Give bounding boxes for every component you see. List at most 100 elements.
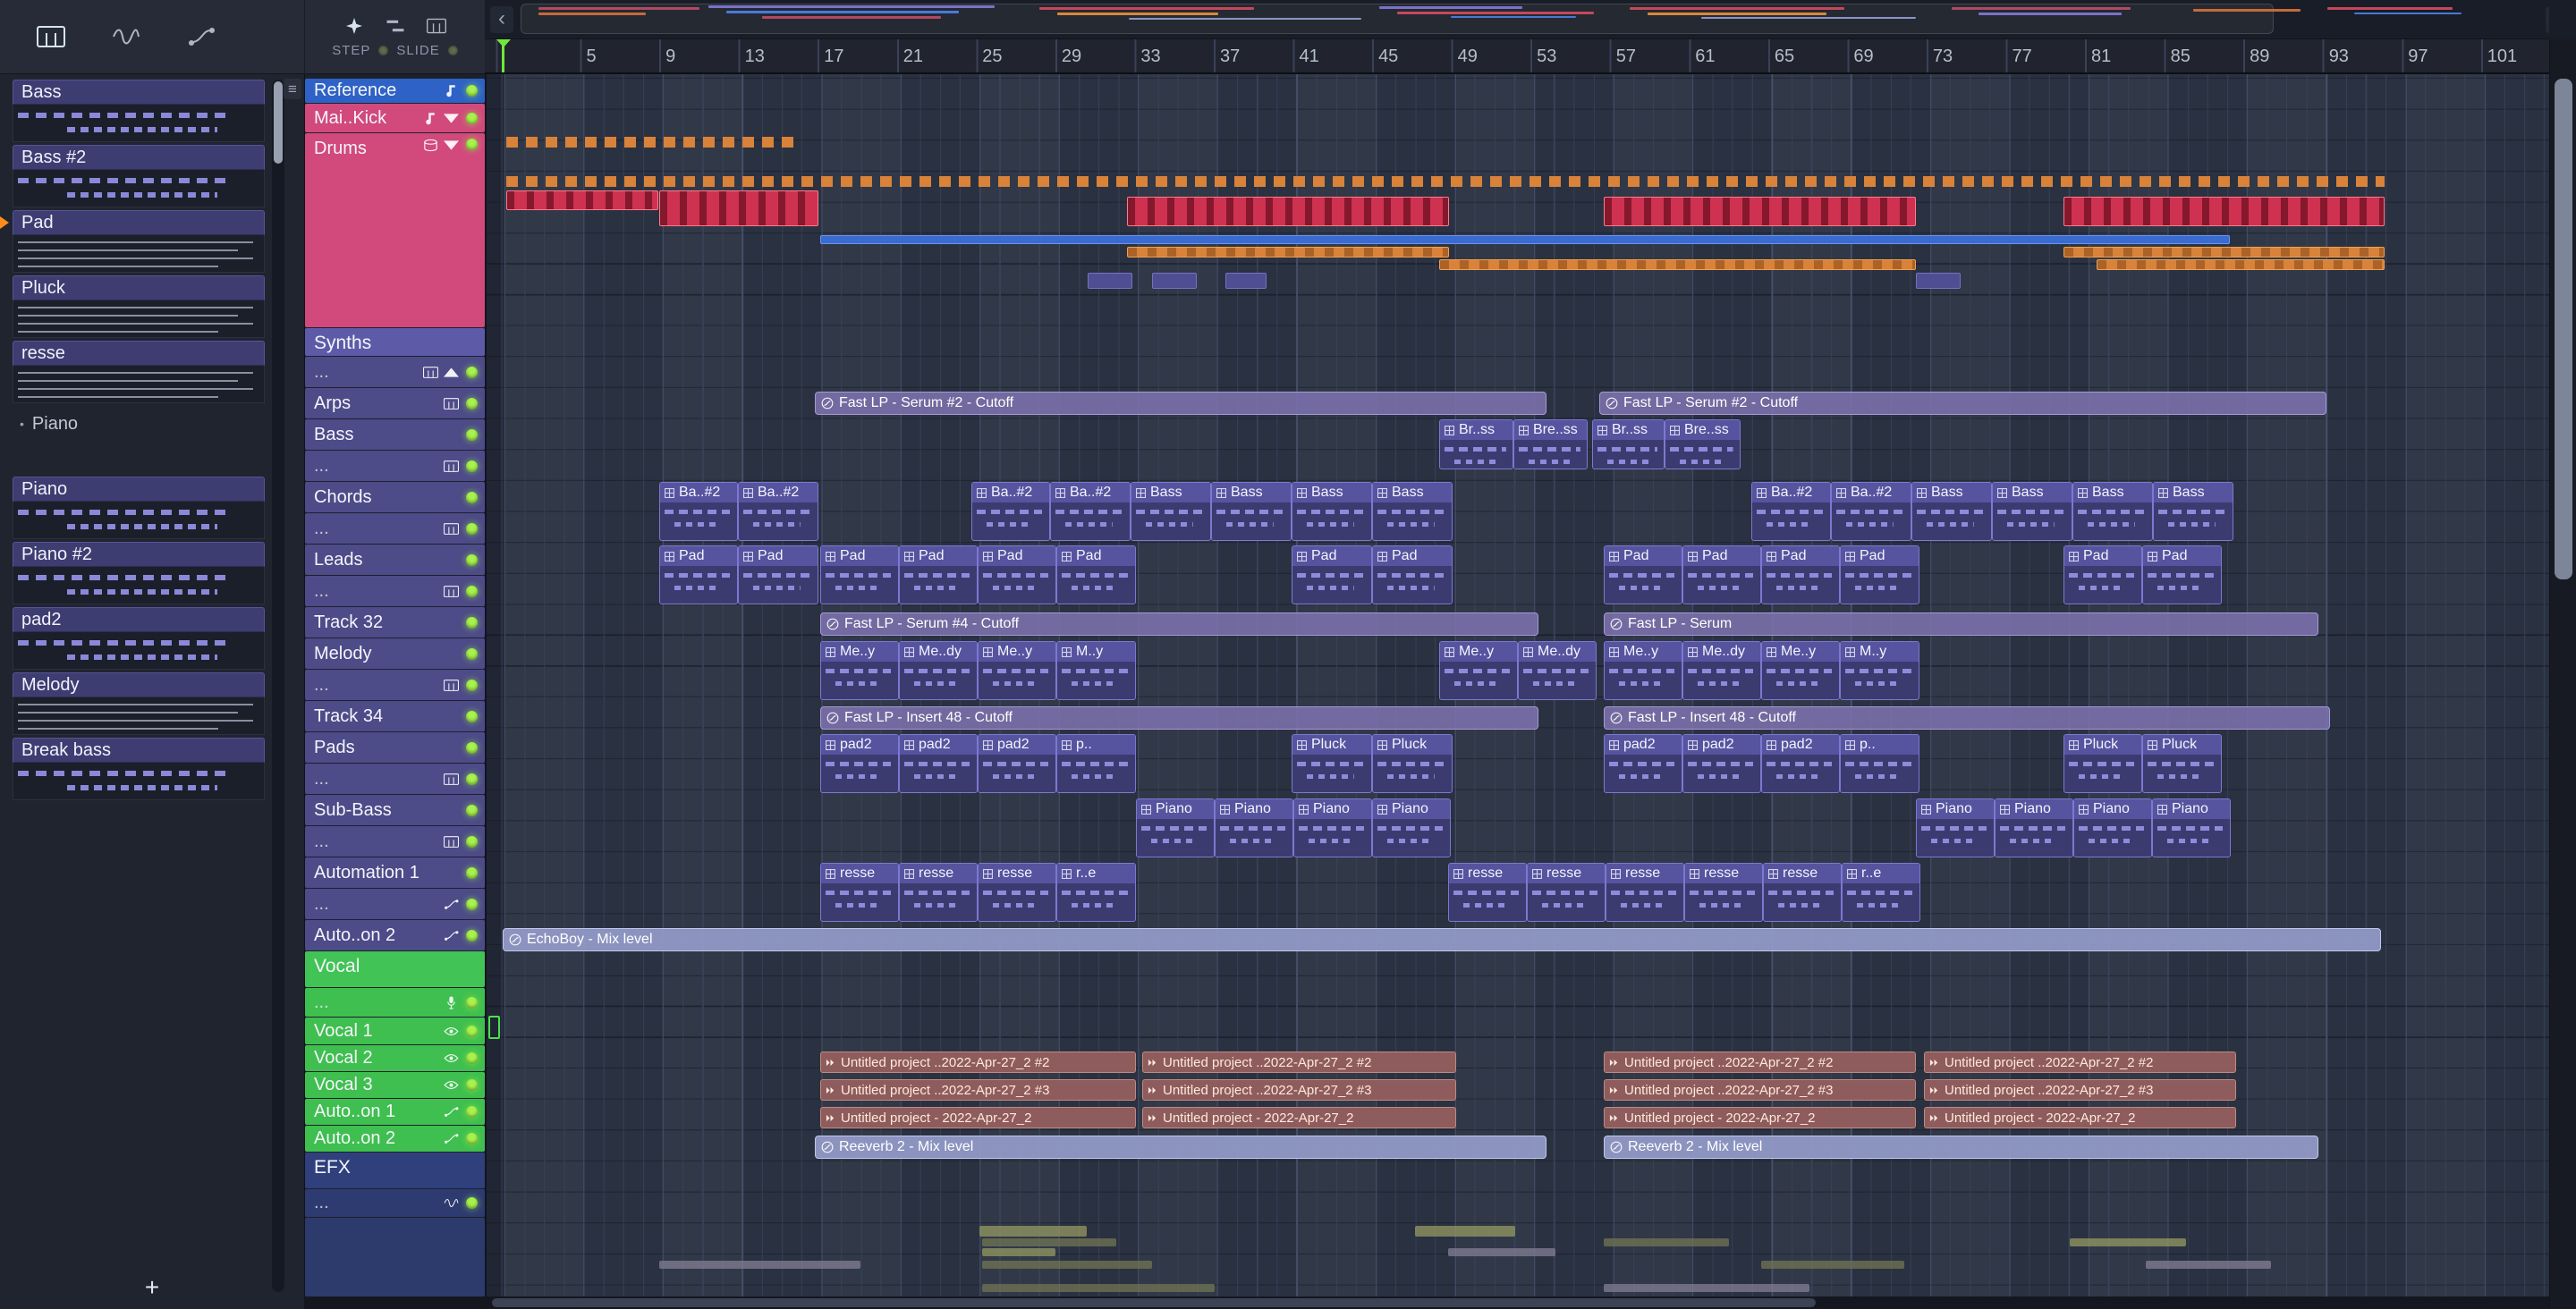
vertical-scrollbar-thumb[interactable] xyxy=(2555,79,2572,579)
ghost-clip[interactable] xyxy=(2070,1238,2186,1246)
vocal-clip[interactable]: Untitled project ..2022-Apr-27_2 #3 xyxy=(820,1079,1136,1101)
vocal-clip[interactable]: Untitled project ..2022-Apr-27_2 #2 xyxy=(1604,1051,1916,1073)
slide-tool-button[interactable] xyxy=(384,16,407,36)
pat-clip[interactable]: pad2 xyxy=(978,734,1056,793)
track-row-auto-on-2[interactable]: Auto..on 2 xyxy=(305,920,485,950)
pat-clip[interactable]: Piano xyxy=(2152,798,2231,857)
pat-clip[interactable]: r..e xyxy=(1056,863,1136,922)
track-mute-led[interactable] xyxy=(466,804,478,816)
pat-clip[interactable]: Bass xyxy=(1292,482,1372,541)
track-row-track-32[interactable]: Track 32 xyxy=(305,607,485,638)
track-row-auto-on-1[interactable]: Auto..on 1 xyxy=(305,1099,485,1125)
track-mute-led[interactable] xyxy=(466,773,478,785)
track-row-row[interactable]: ... xyxy=(305,357,485,387)
odash-clip[interactable] xyxy=(506,137,799,148)
pat-clip[interactable]: Pluck xyxy=(1292,734,1372,793)
ghost-clip[interactable] xyxy=(982,1248,1055,1256)
pattern-item-piano[interactable]: • Piano xyxy=(13,412,265,435)
pat-clip[interactable]: Pad xyxy=(978,545,1056,604)
track-group-vocal[interactable]: Vocal xyxy=(305,951,485,987)
kick-clip[interactable] xyxy=(659,190,818,226)
pat-clip[interactable]: Me..dy xyxy=(1518,641,1597,700)
pat-clip[interactable]: Pluck xyxy=(2063,734,2142,793)
pat-clip[interactable]: Me..y xyxy=(978,641,1056,700)
pat-clip[interactable]: Pluck xyxy=(2142,734,2222,793)
track-row-row[interactable]: ... xyxy=(305,889,485,919)
timeline-ruler[interactable]: 5 9 13 17 21 25 29 33 37 41 45 49 53 57 61 65 69 73 77 81 85… xyxy=(485,39,2549,74)
ghost-clip[interactable] xyxy=(659,1261,860,1269)
track-mute-led[interactable] xyxy=(466,898,478,910)
pat-clip[interactable]: p.. xyxy=(1056,734,1136,793)
track-mute-led[interactable] xyxy=(466,1133,478,1144)
track-mute-led[interactable] xyxy=(466,460,478,472)
pat-clip[interactable]: Bre..ss xyxy=(1665,419,1741,469)
auto-clip[interactable]: Fast LP - Serum #4 - Cutoff xyxy=(820,612,1538,636)
pat-clip[interactable]: Pad xyxy=(659,545,738,604)
pat-clip[interactable]: resse xyxy=(1606,863,1684,922)
track-row-arps[interactable]: Arps xyxy=(305,388,485,418)
keys-tool-button[interactable] xyxy=(425,16,448,36)
track-row-row[interactable]: ... xyxy=(305,988,485,1017)
vocal-clip[interactable]: Untitled project ..2022-Apr-27_2 #2 xyxy=(1142,1051,1456,1073)
pat-clip[interactable]: Me..y xyxy=(1604,641,1682,700)
track-row-row[interactable]: ... xyxy=(305,1189,485,1217)
pat-clip[interactable]: Pad xyxy=(1372,545,1453,604)
track-row-row[interactable]: ... xyxy=(305,576,485,606)
pat-clip[interactable]: Piano xyxy=(2073,798,2152,857)
pat-clip[interactable]: Ba..#2 xyxy=(659,482,738,541)
vocal-clip[interactable]: Untitled project ..2022-Apr-27_2 #2 xyxy=(820,1051,1136,1073)
track-mute-led[interactable] xyxy=(466,85,478,97)
track-row-chords[interactable]: Chords xyxy=(305,482,485,512)
pat-clip[interactable]: resse xyxy=(820,863,899,922)
pat-clip[interactable]: Me..dy xyxy=(1682,641,1761,700)
pat-clip[interactable]: resse xyxy=(1448,863,1527,922)
track-row-mai-kick[interactable]: Mai..Kick xyxy=(305,104,485,132)
pat-clip[interactable]: Piano xyxy=(1293,798,1372,857)
track-group-efx[interactable]: EFX xyxy=(305,1153,485,1188)
track-mute-led[interactable] xyxy=(466,710,478,722)
track-mute-led[interactable] xyxy=(466,585,478,597)
track-mute-led[interactable] xyxy=(466,929,478,942)
track-mute-led[interactable] xyxy=(466,1079,478,1091)
track-mute-led[interactable] xyxy=(466,866,478,879)
track-mute-led[interactable] xyxy=(466,1052,478,1064)
pattern-item-bass[interactable]: Bass xyxy=(13,80,265,142)
pat-clip[interactable]: Piano xyxy=(1995,798,2073,857)
pat-clip[interactable]: Pad xyxy=(899,545,978,604)
ghost-clip[interactable] xyxy=(982,1284,1215,1292)
auto-clip[interactable]: Fast LP - Insert 48 - Cutoff xyxy=(1604,706,2330,730)
oclip-clip[interactable] xyxy=(2063,247,2385,258)
track-row-automation-1[interactable]: Automation 1 xyxy=(305,857,485,888)
ghost-clip[interactable] xyxy=(982,1261,1152,1269)
pat-clip[interactable]: Pad xyxy=(1682,545,1761,604)
track-row-track-34[interactable]: Track 34 xyxy=(305,701,485,731)
pat-clip[interactable]: resse xyxy=(899,863,978,922)
pat-clip[interactable]: r..e xyxy=(1842,863,1920,922)
pat-clip[interactable]: p.. xyxy=(1840,734,1919,793)
track-row-row[interactable]: ... xyxy=(305,764,485,794)
pat-clip[interactable]: Bass xyxy=(2072,482,2153,541)
snap-tool-button[interactable] xyxy=(343,16,366,36)
mini-clip[interactable] xyxy=(1916,273,1961,289)
vertical-scrollbar[interactable] xyxy=(2549,39,2576,1309)
ghost-clip[interactable] xyxy=(1604,1238,1729,1246)
track-mute-led[interactable] xyxy=(466,553,478,566)
pat-clip[interactable]: resse xyxy=(1684,863,1763,922)
track-mute-led[interactable] xyxy=(466,522,478,535)
pat-clip[interactable]: Bass xyxy=(1911,482,1992,541)
pat-clip[interactable]: Pad xyxy=(738,545,818,604)
pattern-item-bass-2[interactable]: Bass #2 xyxy=(13,145,265,207)
pat-clip[interactable]: Me..dy xyxy=(899,641,978,700)
track-arm-indicator[interactable] xyxy=(488,1016,500,1039)
pattern-item-pad[interactable]: Pad xyxy=(0,210,265,273)
pat-clip[interactable]: Piano xyxy=(1136,798,1215,857)
pat-clip[interactable]: Pad xyxy=(2063,545,2142,604)
track-row-pads[interactable]: Pads xyxy=(305,732,485,763)
track-row-bass[interactable]: Bass xyxy=(305,419,485,450)
pat-clip[interactable]: Pad xyxy=(1056,545,1136,604)
ghost-clip[interactable] xyxy=(1761,1261,1904,1269)
track-mute-led[interactable] xyxy=(466,139,478,150)
vocal-clip[interactable]: Untitled project - 2022-Apr-27_2 xyxy=(1604,1107,1916,1128)
pat-clip[interactable]: pad2 xyxy=(1761,734,1840,793)
auto-clip[interactable]: EchoBoy - Mix level xyxy=(503,928,2381,951)
